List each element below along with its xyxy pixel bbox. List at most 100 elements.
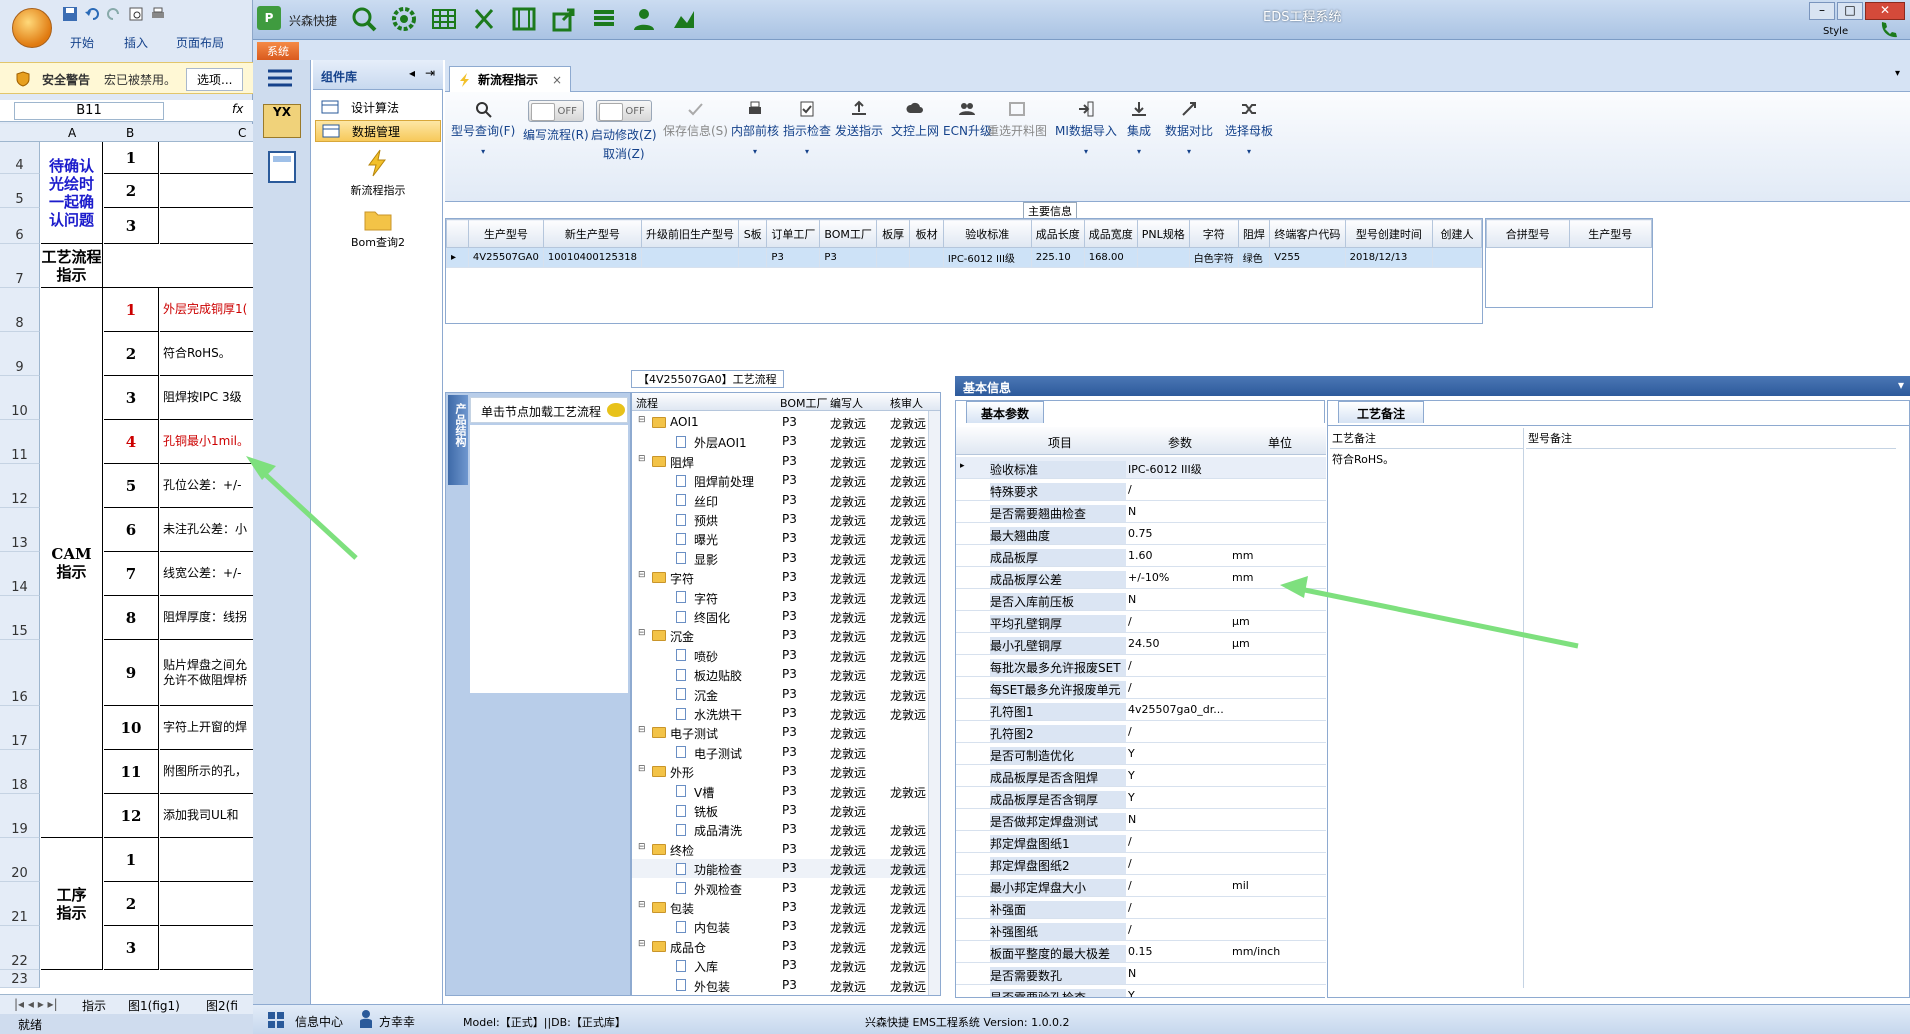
expander-icon[interactable]: ⊟: [638, 900, 646, 910]
cell-c[interactable]: [160, 208, 253, 244]
check-instruction-button[interactable]: 指示检查 ▾: [783, 100, 831, 156]
col-header-c[interactable]: C: [238, 126, 246, 140]
param-row[interactable]: 补强图纸 /: [956, 919, 1326, 941]
main-col-header[interactable]: 成品宽度: [1083, 219, 1138, 248]
main-cell[interactable]: V255: [1269, 247, 1346, 268]
tree-row[interactable]: 预烘 P3 龙敦远 龙敦远: [632, 510, 940, 529]
merge-model-grid[interactable]: 合拼型号 生产型号: [1485, 218, 1653, 308]
param-row[interactable]: ▸ 验收标准 IPC-6012 III级: [956, 457, 1326, 479]
cell-b[interactable]: 3: [104, 926, 159, 970]
main-col-header[interactable]: PNL规格: [1136, 219, 1190, 248]
param-value[interactable]: +/-10%: [1128, 571, 1228, 584]
tree-row[interactable]: 水洗烘干 P3 龙敦远 龙敦远: [632, 704, 940, 723]
param-value[interactable]: IPC-6012 III级: [1128, 461, 1228, 477]
main-col-header[interactable]: 生产型号: [467, 219, 544, 248]
close-tab-icon[interactable]: ×: [552, 73, 562, 87]
tree-row[interactable]: V槽 P3 龙敦远 龙敦远: [632, 782, 940, 801]
main-col-header[interactable]: 字符: [1188, 219, 1239, 248]
tab-insert[interactable]: 插入: [124, 34, 148, 51]
cell-b[interactable]: 2: [104, 882, 159, 926]
tree-row[interactable]: 成品清洗 P3 龙敦远 龙敦远: [632, 820, 940, 839]
tree-row[interactable]: 字符 P3 龙敦远 龙敦远: [632, 588, 940, 607]
cell-c[interactable]: 孔位公差：+/-: [160, 464, 253, 508]
cell-c[interactable]: 字符上开窗的焊: [160, 706, 253, 750]
cell-c[interactable]: 孔铜最小1mil。: [160, 420, 253, 464]
sheet-tab-fig2[interactable]: 图2(fi: [206, 997, 238, 1014]
cell-c[interactable]: [160, 142, 253, 174]
param-col-value[interactable]: 参数: [1168, 434, 1192, 451]
undo-icon[interactable]: [84, 6, 100, 22]
param-row[interactable]: 是否入库前压板 N: [956, 589, 1326, 611]
param-value[interactable]: Y: [1128, 791, 1228, 804]
list-icon[interactable]: [591, 6, 617, 32]
nav-new-flow[interactable]: 新流程指示: [333, 148, 423, 198]
query-button[interactable]: 型号查询(F) ▾: [451, 100, 515, 156]
param-row[interactable]: 平均孔壁铜厚 / μm: [956, 611, 1326, 633]
component-data-mgmt[interactable]: 数据管理: [315, 120, 441, 142]
info-center[interactable]: 信息中心: [295, 1013, 343, 1030]
pin-icon[interactable]: ⇥: [425, 66, 435, 80]
cell-b[interactable]: 2: [104, 174, 159, 208]
phone-icon[interactable]: [1879, 20, 1897, 38]
tree-col-bom[interactable]: BOM工厂: [780, 395, 828, 411]
cell-c[interactable]: 未注孔公差：小: [160, 508, 253, 552]
yx-module-icon[interactable]: YX: [263, 104, 301, 138]
expander-icon[interactable]: ⊟: [638, 764, 646, 774]
param-row[interactable]: 孔符图1 4v25507ga0_dr...: [956, 699, 1326, 721]
merged-cell[interactable]: CAM 指示: [41, 288, 103, 838]
main-col-header[interactable]: 订单工厂: [766, 219, 821, 248]
windows-icon[interactable]: [267, 1011, 285, 1029]
cell-c[interactable]: 符合RoHS。: [160, 332, 253, 376]
param-value[interactable]: N: [1128, 813, 1228, 826]
param-row[interactable]: 是否需要数孔 N: [956, 963, 1326, 985]
param-value[interactable]: 0.75: [1128, 527, 1228, 540]
tree-row[interactable]: 功能检查 P3 龙敦远 龙敦远: [632, 859, 940, 879]
tree-row[interactable]: ⊟ 包装 P3 龙敦远 龙敦远: [632, 898, 940, 917]
tree-row[interactable]: 铣板 P3 龙敦远: [632, 801, 940, 820]
chart-icon[interactable]: [671, 6, 697, 32]
row-header[interactable]: 13: [0, 508, 40, 552]
tree-row[interactable]: 喷砂 P3 龙敦远 龙敦远: [632, 646, 940, 665]
send-instruction-button[interactable]: 发送指示: [835, 100, 883, 139]
cell-b[interactable]: 10: [104, 706, 159, 750]
cell-b[interactable]: 12: [104, 794, 159, 838]
param-row[interactable]: 成品板厚 1.60 mm: [956, 545, 1326, 567]
row-header[interactable]: 14: [0, 552, 40, 596]
param-row[interactable]: 最大翘曲度 0.75: [956, 523, 1326, 545]
param-row[interactable]: 成品板厚是否含阻焊 Y: [956, 765, 1326, 787]
tree-row[interactable]: ⊟ 外形 P3 龙敦远: [632, 762, 940, 781]
param-value[interactable]: /: [1128, 483, 1228, 496]
row-header[interactable]: 22: [0, 926, 40, 970]
grid-icon[interactable]: [431, 6, 457, 32]
param-value[interactable]: /: [1128, 725, 1228, 738]
param-row[interactable]: 成品板厚公差 +/-10% mm: [956, 567, 1326, 589]
param-value[interactable]: /: [1128, 923, 1228, 936]
merged-cell[interactable]: 待确认 光绘时 一起确 认问题: [41, 142, 103, 244]
cell-c[interactable]: 附图所示的孔，: [160, 750, 253, 794]
col-production-model[interactable]: 生产型号: [1568, 219, 1652, 248]
param-value[interactable]: N: [1128, 505, 1228, 518]
expander-icon[interactable]: ⊟: [638, 415, 646, 425]
tree-col-writer[interactable]: 编写人: [830, 395, 863, 411]
main-cell[interactable]: 10010400125318: [542, 247, 642, 268]
style-menu[interactable]: Style: [1823, 26, 1848, 37]
scissors-icon[interactable]: [471, 6, 497, 32]
main-cell[interactable]: 2018/12/13: [1344, 247, 1434, 268]
col-merge-model[interactable]: 合拼型号: [1486, 219, 1570, 248]
tree-row[interactable]: 外观检查 P3 龙敦远 龙敦远: [632, 879, 940, 898]
tree-row[interactable]: 电子测试 P3 龙敦远: [632, 743, 940, 762]
cell-b[interactable]: 3: [104, 376, 159, 420]
param-value[interactable]: /: [1128, 615, 1228, 628]
param-value[interactable]: 4v25507ga0_dr...: [1128, 703, 1228, 716]
tree-row[interactable]: 显影 P3 龙敦远 龙敦远: [632, 549, 940, 568]
minimize-icon[interactable]: –: [1809, 2, 1835, 20]
row-header[interactable]: 7: [0, 244, 40, 288]
row-header[interactable]: 11: [0, 420, 40, 464]
param-row[interactable]: 邦定焊盘图纸1/: [956, 831, 1326, 853]
params-grid[interactable]: 项目 参数 单位 ▸ 验收标准 IPC-6012 III级 特殊要求 / 是否需要翘曲检查…: [956, 423, 1326, 997]
tree-row[interactable]: 内包装 P3 龙敦远 龙敦远: [632, 917, 940, 936]
tree-row[interactable]: 入库 P3 龙敦远 龙敦远: [632, 956, 940, 975]
sheet-tab-fig1[interactable]: 图1(fig1): [128, 997, 180, 1014]
start-edit-toggle[interactable]: OFF 启动修改(Z) 取消(Z): [591, 100, 657, 162]
office-button[interactable]: [12, 8, 52, 48]
